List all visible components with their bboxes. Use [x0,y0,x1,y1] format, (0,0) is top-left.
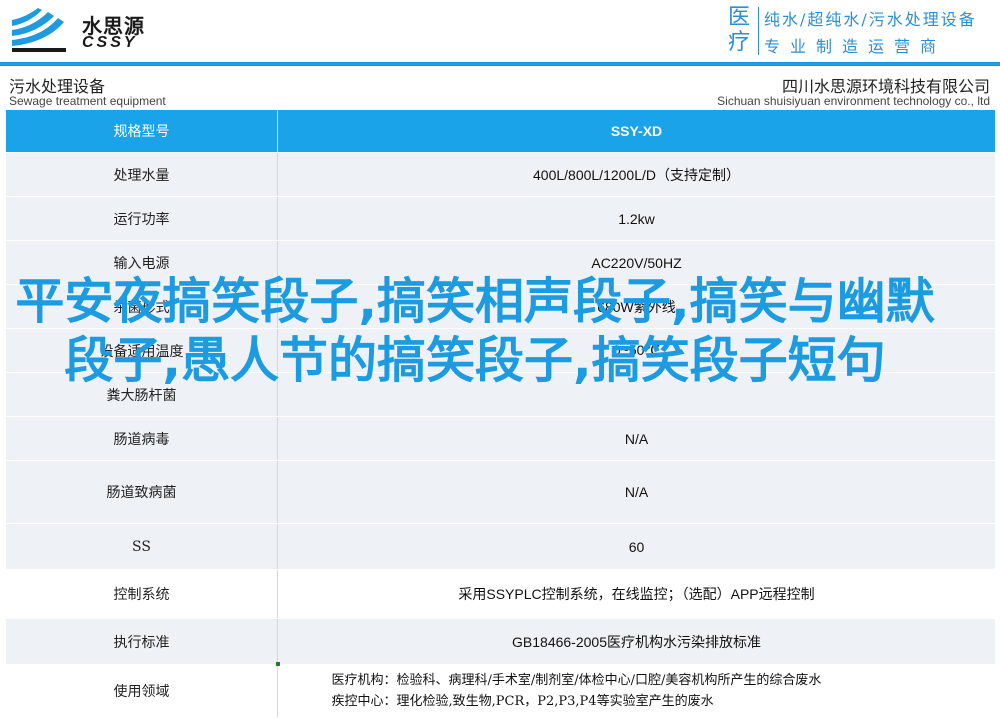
row-value: N/A [278,461,995,523]
slogan-line-2: 专业制造运营商 [764,37,947,56]
slogan: 医疗 纯水/超纯水/污水处理设备 专业制造运营商 [724,5,996,57]
row-label: 运行功率 [6,197,278,240]
table-row: 控制系统 采用SSYPLC控制系统，在线监控；（选配）APP远程控制 [6,570,995,619]
table-row: 使用领域 医疗机构：检验科、病理科/手术室/制剂室/体检中心/口腔/美容机构所产… [6,665,995,718]
section-titlebar: 污水处理设备 Sewage treatment equipment 四川水思源环… [6,70,994,111]
table-header-label: 规格型号 [6,110,278,152]
usage-line-1: 医疗机构：检验科、病理科/手术室/制剂室/体检中心/口腔/美容机构所产生的综合废… [331,673,822,688]
row-value: 400L/800L/1200L/D（支持定制） [278,153,995,196]
row-value: N/A [278,417,995,460]
company-name-en: Sichuan shuisiyuan environment technolog… [717,94,990,108]
row-label: 肠道病毒 [6,417,278,460]
header-divider [0,62,1000,66]
spec-table: 规格型号 SSY-XD 处理水量 400L/800L/1200L/D（支持定制）… [6,110,995,718]
page-header: 水思源 CSSY 医疗 纯水/超纯水/污水处理设备 专业制造运营商 [0,0,1000,62]
slogan-divider [758,7,759,55]
row-value: 采用SSYPLC控制系统，在线监控；（选配）APP远程控制 [278,570,995,618]
row-label: 控制系统 [6,570,278,618]
overlay-headline[interactable]: 平安夜搞笑段子,搞笑相声段子,搞笑与幽默段子,愚人节的搞笑段子,搞笑段子短句 [10,272,940,390]
row-label: 处理水量 [6,153,278,196]
corner-mark [276,662,280,666]
row-label: SS [6,524,278,569]
water-wave-logo-icon [12,8,66,52]
row-value: GB18466-2005医疗机构水污染排放标准 [278,619,995,664]
row-value: 1.2kw [278,197,995,240]
row-label: 肠道致病菌 [6,461,278,523]
slogan-medical: 医疗 [727,5,750,55]
table-row: 肠道致病菌 N/A [6,461,995,524]
row-value: 60 [278,524,995,569]
table-header-row: 规格型号 SSY-XD [6,110,995,153]
row-label: 执行标准 [6,619,278,664]
section-title-en: Sewage treatment equipment [9,94,166,108]
table-row: 运行功率 1.2kw [6,197,995,241]
row-label: 使用领域 [6,665,278,717]
slogan-line-1: 纯水/超纯水/污水处理设备 [764,10,977,29]
table-row: SS 60 [6,524,995,570]
logo-english-name: CSSY [82,34,138,51]
table-row: 肠道病毒 N/A [6,417,995,461]
table-row: 执行标准 GB18466-2005医疗机构水污染排放标准 [6,619,995,665]
table-row: 处理水量 400L/800L/1200L/D（支持定制） [6,153,995,197]
usage-line-2: 疾控中心：理化检验,致生物,PCR，P2,P3,P4等实验室产生的废水 [331,694,714,709]
row-value: 医疗机构：检验科、病理科/手术室/制剂室/体检中心/口腔/美容机构所产生的综合废… [278,665,995,717]
table-header-value: SSY-XD [278,110,995,152]
company-logo[interactable]: 水思源 CSSY [8,4,188,56]
